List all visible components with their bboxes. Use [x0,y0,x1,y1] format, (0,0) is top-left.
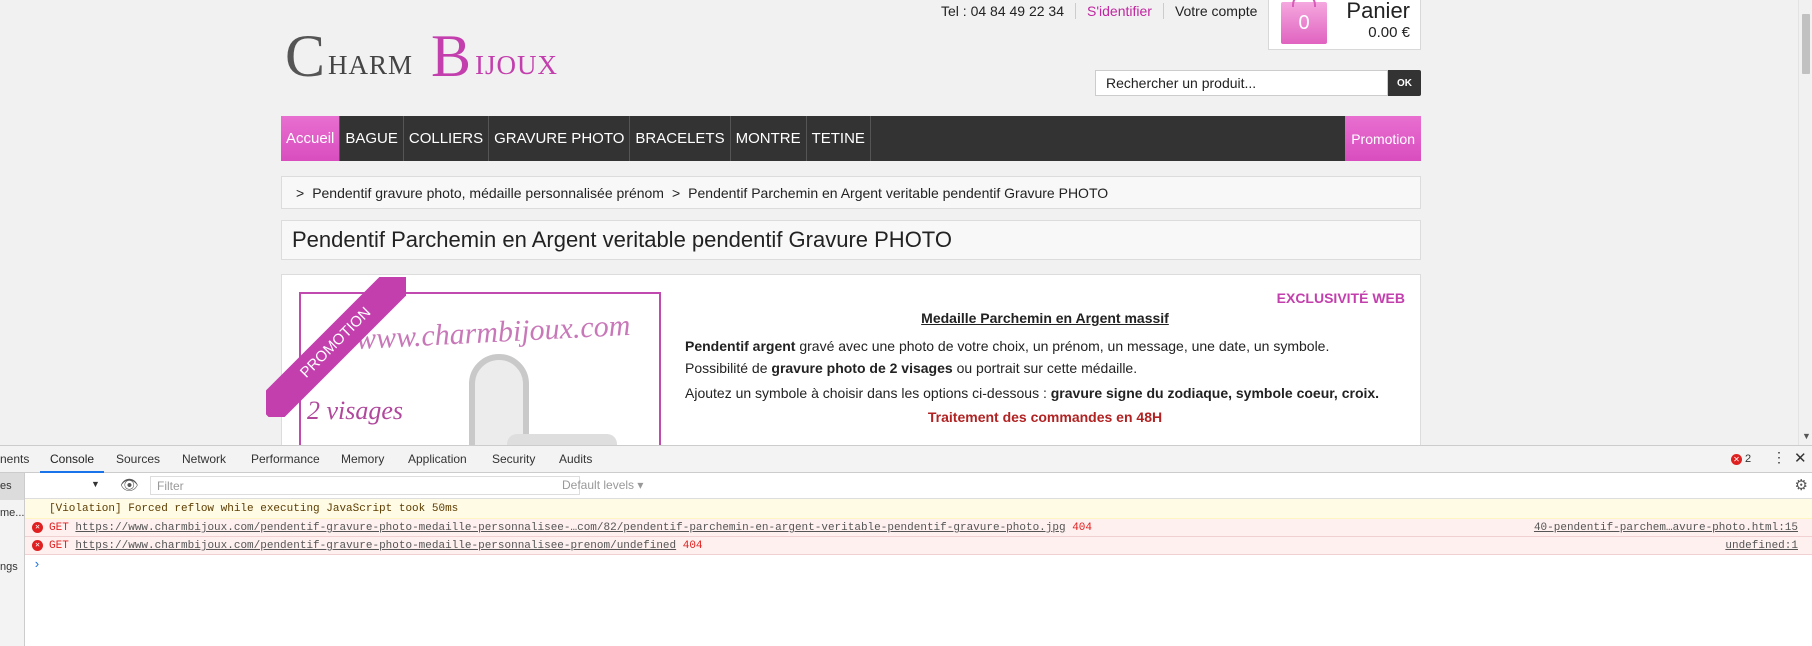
shopping-bag-icon: 0 [1281,0,1327,44]
tab-application[interactable]: Application [408,446,467,473]
website-viewport: C HARM B IJOUX Tel : 04 84 49 22 34 S'id… [0,0,1812,445]
breadcrumb-separator: > [296,184,305,201]
page-scrollbar[interactable]: ▼ [1798,0,1812,445]
description-bold: Pendentif argent [685,338,796,354]
console-prompt[interactable]: › [25,555,1812,575]
logo-text-ijoux: IJOUX [475,50,558,80]
request-url-link[interactable]: https://www.charmbijoux.com/pendentif-gr… [75,522,1065,534]
source-link[interactable]: 40-pendentif-parchem…avure-photo.html:15 [1534,519,1798,537]
logo-letter-c: C [285,23,326,89]
sidebar-item-empty [0,527,24,554]
pendant-body-illustration [507,434,617,445]
cart-total: 0.00 € [1368,24,1410,41]
error-icon: ✕ [1731,454,1742,465]
tab-network[interactable]: Network [182,446,226,473]
nav-item-bracelets[interactable]: BRACELETS [630,116,731,161]
description-bold: gravure signe du zodiaque, symbole coeur… [1050,385,1380,401]
breadcrumb-separator: > [671,184,681,201]
site-logo[interactable]: C HARM B IJOUX [285,23,570,89]
close-devtools-icon[interactable]: ✕ [1794,449,1807,467]
error-icon: ✕ [32,540,43,551]
sidebar-item-messages[interactable]: es [0,473,24,500]
tab-security[interactable]: Security [492,446,535,473]
scroll-down-arrow-icon[interactable]: ▼ [1802,431,1811,441]
login-link[interactable]: S'identifier [1076,3,1164,19]
search-ok-button[interactable]: OK [1388,70,1421,96]
source-link[interactable]: undefined:1 [1725,537,1798,555]
screen: C HARM B IJOUX Tel : 04 84 49 22 34 S'id… [0,0,1812,646]
scrollbar-thumb[interactable] [1802,14,1810,74]
logo-text-harm: HARM [328,50,414,80]
product-description: Medaille Parchemin en Argent massif Pend… [685,307,1405,428]
console-filter-bar: ▼ 👁 Filter Default levels ▾ ⚙ [25,473,1812,499]
phone-number: Tel : 04 84 49 22 34 [930,3,1076,19]
description-line-2: Possibilité de gravure photo de 2 visage… [685,357,1405,379]
status-code: 404 [1072,522,1093,534]
breadcrumb-category-link[interactable]: Pendentif gravure photo, médaille person… [312,185,664,201]
pendant-illustration [469,354,529,445]
breadcrumb: > Pendentif gravure photo, médaille pers… [281,176,1421,209]
description-heading: Medaille Parchemin en Argent massif [921,310,1169,326]
promotion-ribbon-label: PROMOTION [266,277,406,417]
product-box: www.charmbijoux.com 2 visages PROMOTION … [266,274,1421,445]
description-bold: gravure photo de 2 visages [771,360,953,376]
description-text: Ajoutez un symbole à choisir dans les op… [685,385,1051,401]
description-text: Possibilité de [685,360,772,376]
error-count: 2 [1745,453,1752,465]
filter-input[interactable]: Filter [150,476,580,495]
tab-console[interactable]: Console [40,446,105,473]
devtools-tabbar: nents Console Sources Network Performanc… [0,446,1812,473]
error-count-badge[interactable]: ✕ 2 [1731,453,1751,465]
console-sidebar: es me... ngs [0,473,25,646]
promotion-ribbon: PROMOTION [266,277,406,417]
description-line-3: Ajoutez un symbole à choisir dans les op… [685,382,1405,404]
request-method: GET [49,540,69,552]
console-message-error: ✕ GET https://www.charmbijoux.com/penden… [25,519,1812,537]
tab-elements[interactable]: nents [0,446,29,473]
breadcrumb-current: Pendentif Parchemin en Argent veritable … [688,184,1109,201]
nav-item-accueil[interactable]: Accueil [281,116,341,161]
tab-memory[interactable]: Memory [341,446,384,473]
main-nav: Accueil BAGUE COLLIERS GRAVURE PHOTO BRA… [281,116,1421,161]
cart-widget[interactable]: 0 Panier 0.00 € [1268,0,1421,50]
nav-item-colliers[interactable]: COLLIERS [404,116,490,161]
nav-item-gravure-photo[interactable]: GRAVURE PHOTO [489,116,631,161]
console-message-error: ✕ GET https://www.charmbijoux.com/penden… [25,537,1812,555]
cart-count: 0 [1298,12,1310,34]
tab-performance[interactable]: Performance [251,446,320,473]
request-method: GET [49,522,69,534]
console-message-violation: [Violation] Forced reflow while executin… [25,499,1812,519]
header-topbar: Tel : 04 84 49 22 34 S'identifier Votre … [930,0,1268,22]
nav-item-tetine[interactable]: TETINE [807,116,871,161]
eye-icon[interactable]: 👁 [120,476,139,494]
tab-audits[interactable]: Audits [559,446,592,473]
description-text: gravé avec une photo de votre choix, un … [795,338,1330,354]
gear-icon[interactable]: ⚙ [1795,476,1808,494]
log-levels-dropdown[interactable]: Default levels ▾ [562,478,643,492]
devtools-panel: nents Console Sources Network Performanc… [0,445,1812,646]
bag-handle [1292,0,1316,7]
request-url-link[interactable]: https://www.charmbijoux.com/pendentif-gr… [75,540,676,552]
description-line-1: Pendentif argent gravé avec une photo de… [685,335,1405,357]
context-dropdown-arrow-icon[interactable]: ▼ [91,479,100,489]
exclusive-web-badge: EXCLUSIVITÉ WEB [1276,290,1405,306]
page-title: Pendentif Parchemin en Argent veritable … [281,220,1421,260]
processing-time-notice: Traitement des commandes en 48H [927,409,1163,425]
account-link[interactable]: Votre compte [1164,3,1269,19]
nav-item-promotion[interactable]: Promotion [1345,116,1421,161]
cart-title: Panier [1346,0,1410,23]
nav-item-bague[interactable]: BAGUE [340,116,404,161]
error-icon: ✕ [32,522,43,533]
logo-letter-b: B [431,23,472,89]
status-code: 404 [682,540,703,552]
console-log: [Violation] Forced reflow while executin… [25,499,1812,575]
search-input[interactable]: Rechercher un produit... [1095,70,1388,96]
search-form: Rechercher un produit... OK [1095,70,1421,96]
description-text: ou portrait sur cette médaille. [952,360,1138,376]
tab-sources[interactable]: Sources [116,446,160,473]
nav-item-montre[interactable]: MONTRE [731,116,807,161]
sidebar-item-user-messages[interactable]: me... [0,500,24,527]
sidebar-item-settings[interactable]: ngs [0,554,24,581]
more-options-icon[interactable]: ⋮ [1772,449,1786,466]
